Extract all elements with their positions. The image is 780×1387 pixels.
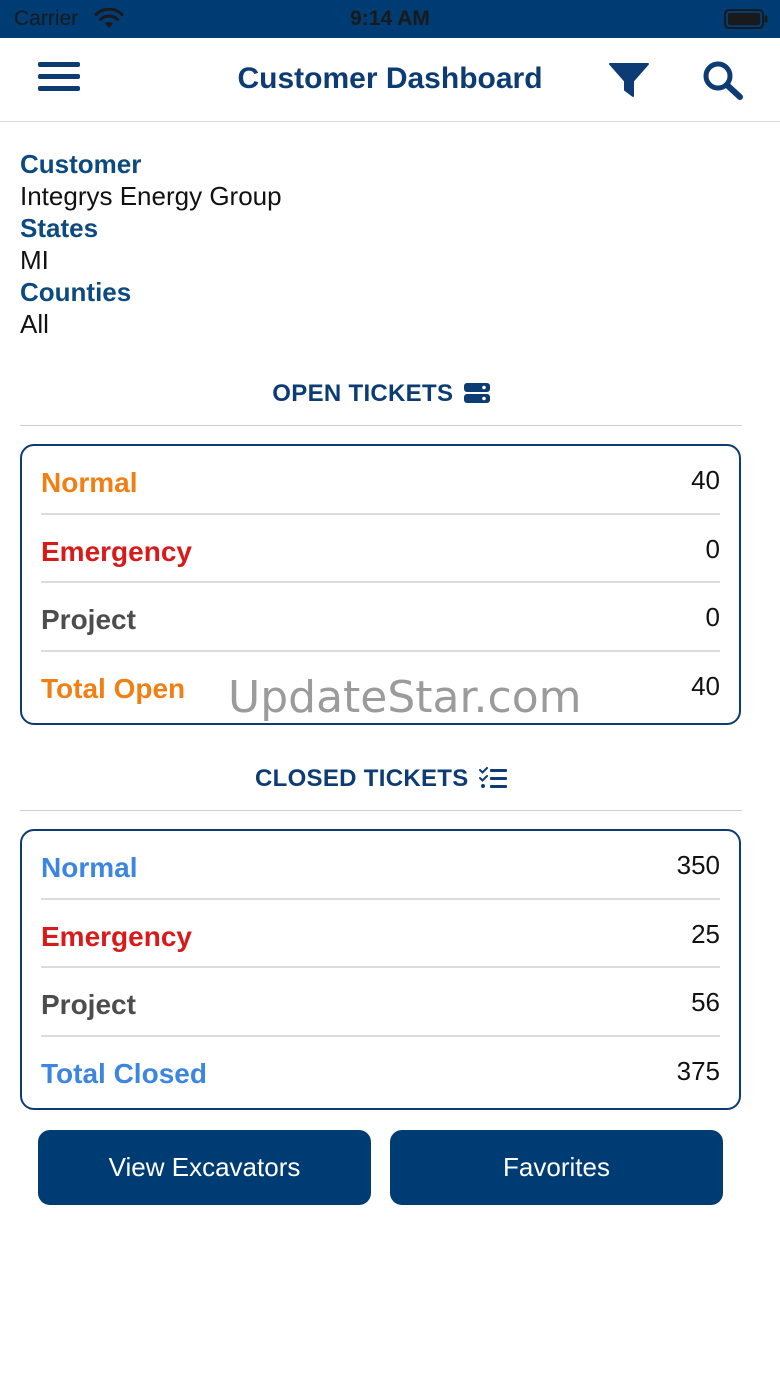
- open-normal-value: 40: [691, 465, 720, 495]
- checklist-icon: [479, 767, 507, 788]
- customer-value: Integrys Energy Group: [20, 181, 282, 211]
- open-emergency-value: 0: [705, 533, 720, 564]
- open-normal-label: Normal: [41, 467, 138, 498]
- watermark: UpdateStar.com: [228, 672, 582, 723]
- closed-row-project[interactable]: Project 56: [41, 968, 720, 1037]
- customer-info: Customer Integrys Energy Group States MI…: [20, 148, 720, 340]
- open-row-normal[interactable]: Normal 40: [41, 446, 720, 515]
- open-tickets-title: OPEN TICKETS: [272, 380, 454, 407]
- search-icon[interactable]: [702, 60, 744, 100]
- closed-total-label: Total Closed: [41, 1057, 207, 1089]
- closed-emergency-label: Emergency: [41, 920, 192, 952]
- view-excavators-button[interactable]: View Excavators: [38, 1130, 371, 1205]
- closed-row-emergency[interactable]: Emergency 25: [41, 900, 720, 968]
- open-project-value: 0: [705, 602, 720, 632]
- closed-normal-label: Normal: [41, 852, 138, 883]
- open-total-value: 40: [691, 670, 720, 701]
- closed-tickets-card: Normal 350 Emergency 25 Project 56 Total…: [20, 829, 741, 1110]
- closed-total-value: 375: [676, 1055, 720, 1086]
- status-bar: Carrier 9:14 AM: [0, 0, 780, 38]
- nav-bar: Customer Dashboard: [0, 38, 780, 122]
- status-time: 9:14 AM: [350, 7, 430, 30]
- states-label: States: [20, 213, 99, 243]
- closed-project-value: 56: [691, 987, 720, 1017]
- server-icon: [463, 383, 490, 403]
- open-project-label: Project: [41, 604, 136, 635]
- open-total-label: Total Open: [41, 672, 186, 704]
- customer-label: Customer: [20, 149, 142, 179]
- favorites-button[interactable]: Favorites: [390, 1130, 723, 1205]
- open-tickets-header: OPEN TICKETS: [20, 380, 742, 426]
- closed-row-normal[interactable]: Normal 350: [41, 831, 720, 900]
- closed-row-total[interactable]: Total Closed 375: [41, 1037, 720, 1106]
- closed-normal-value: 350: [676, 850, 720, 880]
- filter-icon[interactable]: [609, 62, 649, 98]
- battery-icon: [724, 9, 768, 29]
- counties-label: Counties: [20, 277, 132, 307]
- closed-tickets-header: CLOSED TICKETS: [20, 765, 742, 811]
- counties-value: All: [20, 309, 49, 339]
- closed-emergency-value: 25: [691, 918, 720, 949]
- open-row-project[interactable]: Project 0: [41, 583, 720, 652]
- closed-tickets-title: CLOSED TICKETS: [255, 765, 469, 792]
- open-row-emergency[interactable]: Emergency 0: [41, 515, 720, 583]
- open-emergency-label: Emergency: [41, 535, 192, 567]
- page-title: Customer Dashboard: [237, 62, 543, 95]
- states-value: MI: [20, 245, 49, 275]
- closed-project-label: Project: [41, 989, 136, 1020]
